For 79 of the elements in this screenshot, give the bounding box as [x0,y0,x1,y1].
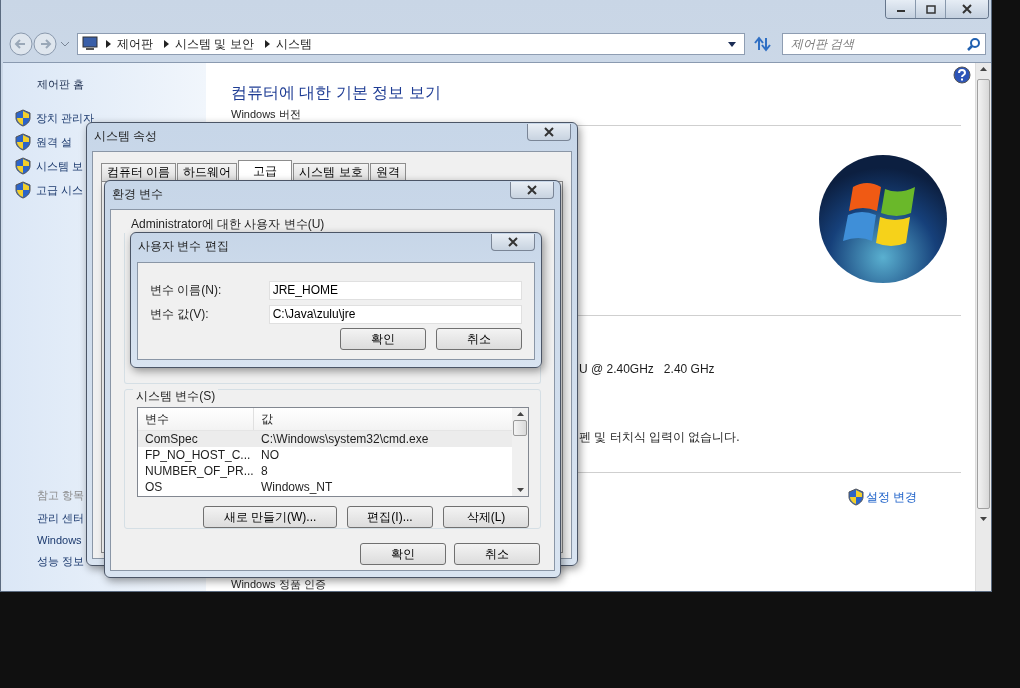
sidebar-link[interactable]: 시스템 보 [36,158,84,174]
minimize-button[interactable] [886,0,916,18]
dialog-button[interactable]: 확인 [340,328,426,350]
tab[interactable]: 컴퓨터 이름 [101,163,177,181]
address-bar[interactable]: 제어판 시스템 및 보안 시스템 [77,33,745,55]
dialog-title: 사용자 변수 편집 [138,237,229,255]
close-icon [526,184,538,195]
search-field[interactable]: 제어판 검색 [782,33,986,55]
change-settings-link[interactable]: 설정 변경 [866,488,918,506]
input-field[interactable]: C:\Java\zulu\jre [268,304,522,324]
tab[interactable]: 고급 [238,160,293,181]
sidebar-link[interactable]: 제어판 홈 [37,77,85,92]
tab[interactable]: 하드웨어 [177,163,238,181]
sidebar-link[interactable]: 장치 관리자 [36,110,95,126]
maximize-button[interactable] [916,0,946,18]
sidebar-link[interactable]: Windows [37,534,82,546]
pen-touch-text: 펜 및 터치식 입력이 없습니다. [579,429,741,446]
input-field[interactable]: JRE_HOME [268,280,522,300]
table-cell-text: C:\Windows\system32\cmd.exe [260,432,429,446]
table-cell-text: ComSpec [144,432,199,446]
section-heading: Windows 버전 [231,107,302,122]
table-cell-text: FP_NO_HOST_C... [144,448,252,462]
dropdown-icon[interactable] [726,39,738,49]
close-button[interactable] [510,181,554,199]
help-icon[interactable] [953,66,971,84]
section-heading: 참고 항목 [37,488,85,503]
scrollbar[interactable] [512,408,528,496]
close-icon [961,4,973,14]
dialog-title: 시스템 속성 [94,127,158,145]
dialog-button[interactable]: 취소 [436,328,522,350]
dialog-button[interactable]: 새로 만들기(W)... [203,506,337,528]
shield-icon [15,181,31,199]
group-label: Administrator에 대한 사용자 변수(U) [131,216,326,233]
breadcrumb[interactable]: 제어판 [117,35,157,53]
breadcrumb[interactable]: 시스템 및 보안 [175,35,258,53]
list-row[interactable]: ComSpec C:\Windows\system32\cmd.exe [138,431,512,447]
close-button[interactable] [491,233,535,251]
section-heading: Windows 정품 인증 [231,578,327,591]
tab[interactable]: 시스템 보호 [293,163,369,181]
dialog-button[interactable]: 취소 [454,543,540,565]
maximize-icon [925,4,936,14]
list-row[interactable]: NUMBER_OF_PR... 8 [138,463,512,479]
scroll-thumb[interactable] [977,79,990,509]
shield-icon [15,133,31,151]
dialog-button[interactable]: 확인 [360,543,446,565]
search-icon [967,37,981,51]
processor-text: U @ 2.40GHz 2.40 GHz [579,362,716,376]
dialog-title: 환경 변수 [112,185,164,203]
table-cell-text: OS [144,480,164,494]
close-icon [543,126,555,137]
scrollbar[interactable] [975,63,991,591]
column-header[interactable]: 값 [254,410,273,428]
close-icon [507,236,519,247]
table-cell-text: NO [260,448,279,462]
sidebar-link[interactable]: 고급 시스 [36,182,84,198]
sidebar-link[interactable]: 원격 설 [36,134,73,150]
list-row[interactable]: OS Windows_NT [138,479,512,495]
shield-icon [15,109,31,127]
table-cell-text: Windows_NT [260,480,333,494]
shield-icon [15,157,31,175]
scroll-thumb[interactable] [513,420,527,436]
dialog-button[interactable]: 삭제(L) [443,506,529,528]
sidebar-link[interactable]: 관리 센터 [37,511,85,526]
table-cell-text: 8 [260,464,268,478]
field-label: 변수 값(V): [150,305,210,323]
breadcrumb[interactable]: 시스템 [275,35,316,53]
list-row[interactable]: FP_NO_HOST_C... NO [138,447,512,463]
close-button[interactable] [946,0,988,18]
computer-icon [81,36,99,52]
shield-icon [848,488,864,506]
dialog-button[interactable]: 편집(I)... [347,506,433,528]
table-cell-text: NUMBER_OF_PR... [144,464,254,478]
tab[interactable]: 원격 [369,163,406,181]
sidebar-link[interactable]: 성능 정보 [37,554,85,569]
column-header[interactable]: 변수 [138,408,254,430]
group-label: 시스템 변수(S) [133,388,219,405]
page-title: 컴퓨터에 대한 기본 정보 보기 [231,83,442,103]
close-button[interactable] [527,123,571,141]
field-label: 변수 이름(N): [150,281,223,299]
